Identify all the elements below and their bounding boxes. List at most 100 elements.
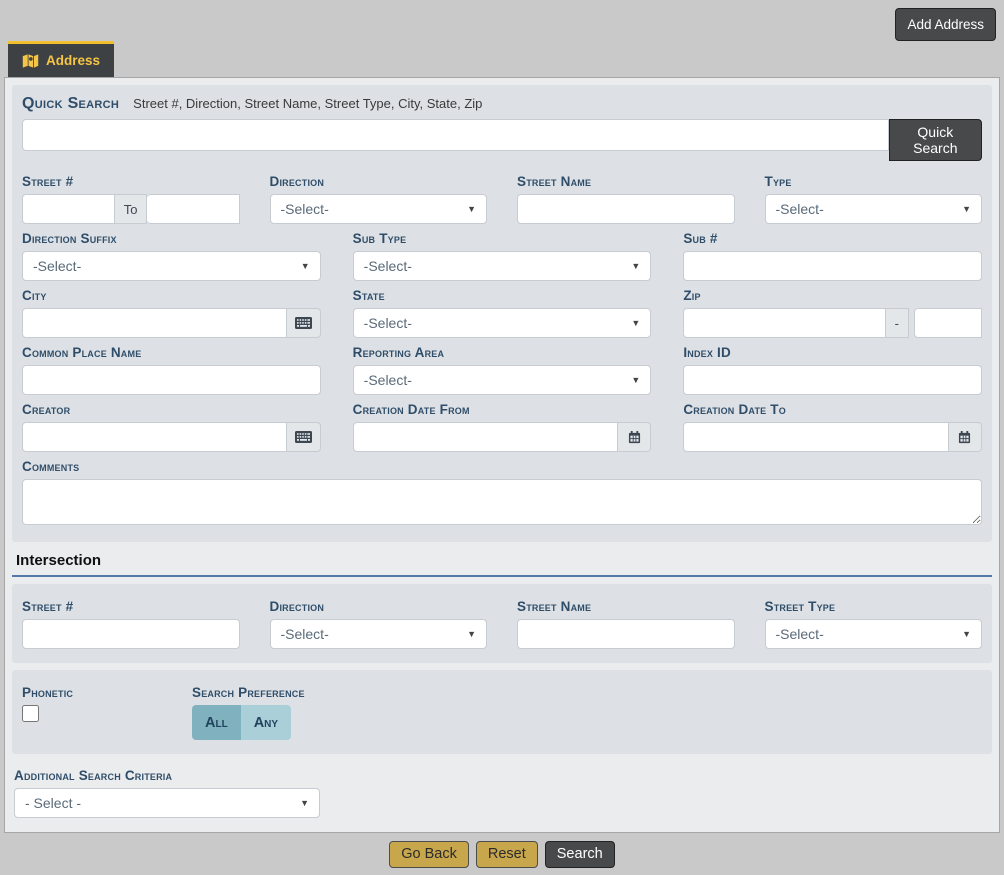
street-number-from-input[interactable] bbox=[22, 194, 115, 224]
sub-number-label: Sub # bbox=[683, 231, 982, 246]
address-row-5: Creator bbox=[22, 395, 982, 452]
chevron-down-icon: ▼ bbox=[300, 798, 309, 808]
int-street-type-label: Street Type bbox=[765, 599, 983, 614]
preference-all-button[interactable]: All bbox=[192, 705, 241, 740]
direction-label: Direction bbox=[270, 174, 488, 189]
chevron-down-icon: ▼ bbox=[301, 261, 310, 271]
field-direction: Direction -Select- ▼ bbox=[270, 167, 488, 224]
int-street-number-label: Street # bbox=[22, 599, 240, 614]
state-select-value: -Select- bbox=[364, 315, 412, 331]
field-int-street-number: Street # bbox=[22, 592, 240, 649]
field-zip: Zip - bbox=[683, 281, 982, 338]
zip-input[interactable] bbox=[683, 308, 885, 338]
comments-textarea[interactable] bbox=[22, 479, 982, 525]
sub-type-select[interactable]: -Select- ▼ bbox=[353, 251, 652, 281]
city-input[interactable] bbox=[22, 308, 287, 338]
index-id-label: Index ID bbox=[683, 345, 982, 360]
field-type: Type -Select- ▼ bbox=[765, 167, 983, 224]
options-fieldset: Phonetic Search Preference All Any bbox=[12, 670, 992, 754]
type-select[interactable]: -Select- ▼ bbox=[765, 194, 983, 224]
search-button[interactable]: Search bbox=[545, 841, 615, 868]
address-row-1: Street # To Direction -Select- ▼ Stree bbox=[22, 167, 982, 224]
direction-suffix-select[interactable]: -Select- ▼ bbox=[22, 251, 321, 281]
creation-date-to-input[interactable] bbox=[683, 422, 949, 452]
additional-criteria-select[interactable]: - Select - ▼ bbox=[14, 788, 320, 818]
address-fieldset: Quick Search Street #, Direction, Street… bbox=[12, 85, 992, 542]
field-common-place-name: Common Place Name bbox=[22, 338, 321, 395]
creation-date-from-input[interactable] bbox=[353, 422, 619, 452]
tab-bar: Address bbox=[0, 41, 1004, 77]
reporting-area-select[interactable]: -Select- ▼ bbox=[353, 365, 652, 395]
city-keyboard-button[interactable] bbox=[287, 308, 321, 338]
tab-address[interactable]: Address bbox=[8, 41, 114, 77]
field-phonetic: Phonetic bbox=[22, 678, 192, 740]
type-select-value: -Select- bbox=[776, 201, 824, 217]
chevron-down-icon: ▼ bbox=[631, 375, 640, 385]
sub-type-select-value: -Select- bbox=[364, 258, 412, 274]
comments-label: Comments bbox=[22, 459, 982, 474]
phonetic-checkbox[interactable] bbox=[22, 705, 39, 722]
direction-select[interactable]: -Select- ▼ bbox=[270, 194, 488, 224]
quick-search-hint: Street #, Direction, Street Name, Street… bbox=[133, 96, 482, 111]
top-bar: Add Address bbox=[0, 0, 1004, 41]
creation-date-from-label: Creation Date From bbox=[353, 402, 652, 417]
common-place-name-input[interactable] bbox=[22, 365, 321, 395]
street-number-to-input[interactable] bbox=[147, 194, 239, 224]
quick-search-button[interactable]: Quick Search bbox=[889, 119, 982, 161]
keyboard-icon bbox=[295, 317, 312, 329]
address-row-4: Common Place Name Reporting Area -Select… bbox=[22, 338, 982, 395]
additional-criteria-section: Additional Search Criteria - Select - ▼ … bbox=[12, 754, 992, 833]
street-name-label: Street Name bbox=[517, 174, 735, 189]
field-sub-number: Sub # bbox=[683, 224, 982, 281]
field-creation-date-to: Creation Date To bbox=[683, 395, 982, 452]
zip-dash-addon: - bbox=[886, 308, 909, 338]
state-label: State bbox=[353, 288, 652, 303]
int-street-name-input[interactable] bbox=[517, 619, 735, 649]
type-label: Type bbox=[765, 174, 983, 189]
field-int-street-name: Street Name bbox=[517, 592, 735, 649]
add-address-button[interactable]: Add Address bbox=[895, 8, 996, 41]
int-street-type-select-value: -Select- bbox=[776, 626, 824, 642]
direction-suffix-label: Direction Suffix bbox=[22, 231, 321, 246]
common-place-name-label: Common Place Name bbox=[22, 345, 321, 360]
go-back-button[interactable]: Go Back bbox=[389, 841, 469, 868]
quick-search-input[interactable] bbox=[22, 119, 889, 151]
search-preference-label: Search Preference bbox=[192, 685, 305, 700]
chevron-down-icon: ▼ bbox=[631, 261, 640, 271]
preference-any-button[interactable]: Any bbox=[241, 705, 291, 740]
chevron-down-icon: ▼ bbox=[962, 629, 971, 639]
street-number-label: Street # bbox=[22, 174, 240, 189]
creator-label: Creator bbox=[22, 402, 321, 417]
zip-label: Zip bbox=[683, 288, 982, 303]
int-street-number-input[interactable] bbox=[22, 619, 240, 649]
quick-search-header: Quick Search Street #, Direction, Street… bbox=[22, 93, 982, 117]
keyboard-icon bbox=[295, 431, 312, 443]
int-direction-label: Direction bbox=[270, 599, 488, 614]
zip-ext-input[interactable] bbox=[914, 308, 982, 338]
creator-input[interactable] bbox=[22, 422, 287, 452]
field-state: State -Select- ▼ bbox=[353, 281, 652, 338]
int-street-type-select[interactable]: -Select- ▼ bbox=[765, 619, 983, 649]
additional-criteria-label: Additional Search Criteria bbox=[14, 768, 990, 783]
direction-suffix-select-value: -Select- bbox=[33, 258, 81, 274]
calendar-icon bbox=[958, 431, 971, 444]
tab-address-label: Address bbox=[46, 53, 100, 68]
creator-keyboard-button[interactable] bbox=[287, 422, 321, 452]
int-direction-select[interactable]: -Select- ▼ bbox=[270, 619, 488, 649]
sub-number-input[interactable] bbox=[683, 251, 982, 281]
address-row-3: City bbox=[22, 281, 982, 338]
creation-date-to-calendar-button[interactable] bbox=[949, 422, 982, 452]
intersection-rule bbox=[12, 575, 992, 577]
field-sub-type: Sub Type -Select- ▼ bbox=[353, 224, 652, 281]
map-icon bbox=[22, 54, 39, 68]
state-select[interactable]: -Select- ▼ bbox=[353, 308, 652, 338]
field-search-preference: Search Preference All Any bbox=[192, 678, 305, 740]
reset-button[interactable]: Reset bbox=[476, 841, 538, 868]
calendar-icon bbox=[628, 431, 641, 444]
field-city: City bbox=[22, 281, 321, 338]
street-name-input[interactable] bbox=[517, 194, 735, 224]
creation-date-from-calendar-button[interactable] bbox=[618, 422, 651, 452]
field-direction-suffix: Direction Suffix -Select- ▼ bbox=[22, 224, 321, 281]
index-id-input[interactable] bbox=[683, 365, 982, 395]
field-street-number: Street # To bbox=[22, 167, 240, 224]
